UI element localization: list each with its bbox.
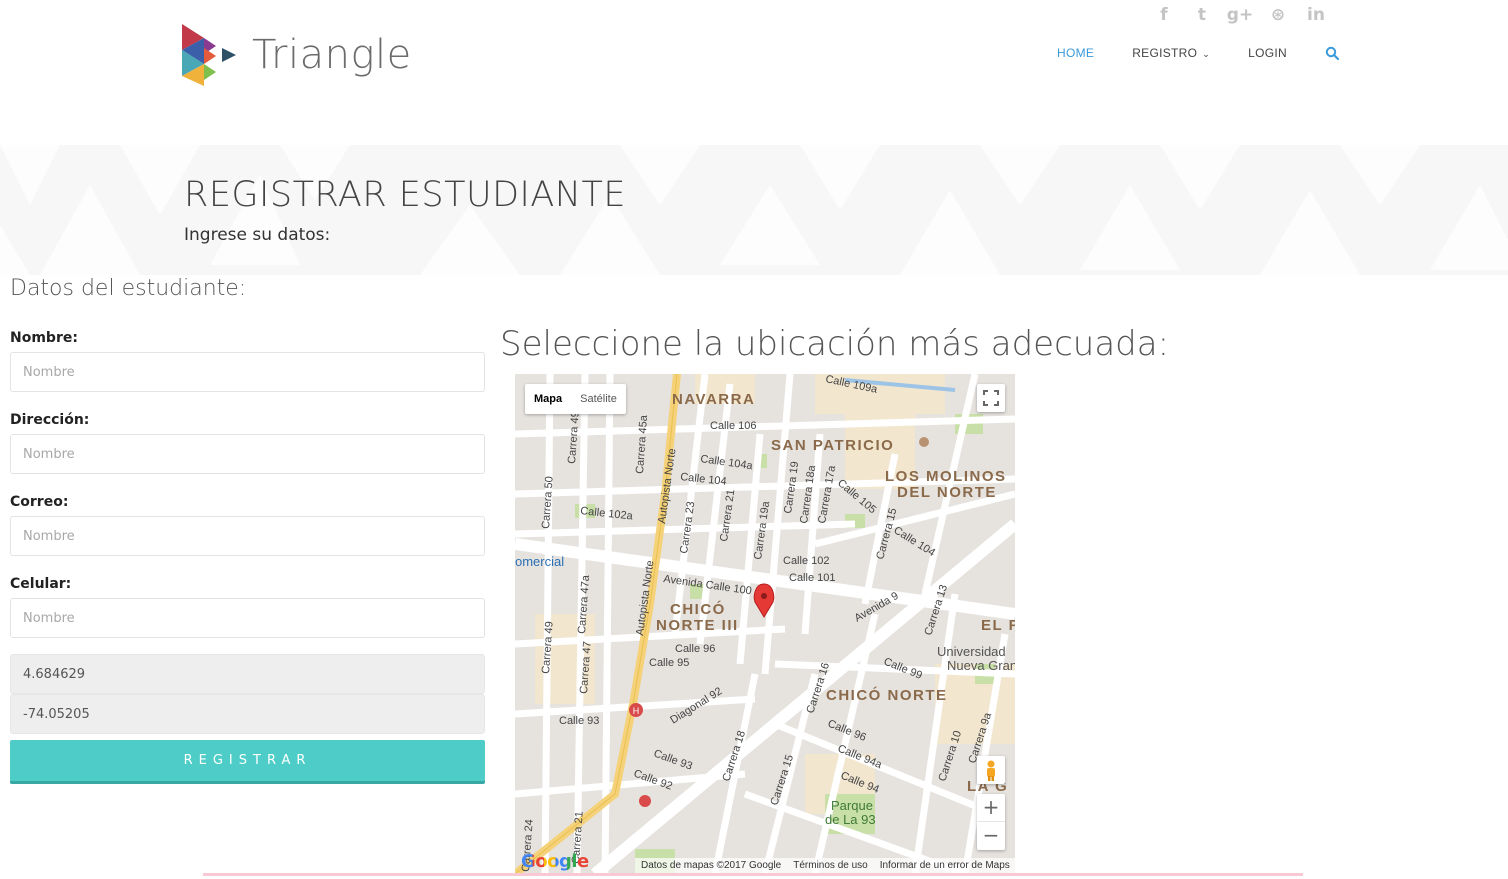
nav-registro-label: REGISTRO (1132, 46, 1198, 60)
page-subtitle: Ingrese su datos: (184, 225, 331, 245)
page-title: REGISTRAR ESTUDIANTE (184, 175, 626, 215)
map-label-chico-1: CHICÓ (670, 600, 726, 618)
map-label-san-patricio: SAN PATRICIO (771, 437, 894, 454)
footer-divider (203, 873, 1303, 876)
pegman-icon (987, 760, 995, 781)
nav-login[interactable]: LOGIN (1248, 46, 1287, 60)
register-button[interactable]: Registrar (10, 740, 485, 784)
correo-label: Correo: (10, 494, 69, 510)
fullscreen-button[interactable] (977, 384, 1005, 412)
map-label-el-f: EL F (981, 617, 1015, 634)
celular-label: Celular: (10, 576, 72, 592)
street-calle-106: Calle 106 (710, 420, 756, 432)
dribbble-icon[interactable]: ⊛ (1266, 4, 1290, 26)
zoom-out-button[interactable]: − (977, 822, 1005, 850)
longitude-field[interactable] (10, 694, 485, 734)
google-plus-icon[interactable]: g+ (1227, 4, 1253, 26)
correo-input[interactable] (10, 516, 485, 556)
zoom-control: + − (977, 794, 1005, 850)
main-nav: HOME REGISTRO ⌄ LOGIN (1057, 46, 1339, 60)
map-report-link[interactable]: Informar de un error de Maps (880, 858, 1010, 874)
student-form: Nombre: Dirección: Correo: Celular: Regi… (10, 326, 485, 784)
map-label-chico-2: NORTE III (656, 617, 739, 634)
map-label-parque-1: Parque (831, 798, 873, 813)
street-calle-102: Calle 102 (783, 555, 829, 567)
page-banner: REGISTRAR ESTUDIANTE Ingrese su datos: (0, 145, 1508, 275)
map-type-control: Mapa Satélite (525, 384, 626, 414)
form-section-title: Datos del estudiante: (10, 276, 247, 301)
location-map[interactable]: H NAVARRA SAN PATRICIO LOS MOLINOS DEL N… (515, 374, 1015, 874)
fullscreen-icon (983, 390, 999, 406)
street-calle-96: Calle 96 (675, 643, 715, 655)
map-label-universidad-1: Universidad (937, 644, 1006, 659)
map-footer: Datos de mapas ©2017 Google Términos de … (635, 858, 1015, 874)
facebook-icon[interactable]: f (1152, 4, 1176, 26)
map-label-chico-norte: CHICÓ NORTE (826, 686, 948, 704)
street-calle-101: Calle 101 (789, 572, 835, 584)
map-label-molinos-2: DEL NORTE (897, 484, 997, 501)
map-canvas[interactable]: H NAVARRA SAN PATRICIO LOS MOLINOS DEL N… (515, 374, 1015, 874)
nav-registro[interactable]: REGISTRO ⌄ (1132, 46, 1210, 60)
map-label-parque-2: de La 93 (825, 812, 876, 827)
celular-input[interactable] (10, 598, 485, 638)
street-view-button[interactable] (977, 756, 1005, 784)
svg-text:H: H (633, 706, 640, 716)
twitter-icon[interactable]: t (1190, 4, 1214, 26)
google-logo: Google (521, 851, 589, 872)
chevron-down-icon: ⌄ (1202, 49, 1211, 59)
site-header: Triangle f t g+ ⊛ in HOME REGISTRO ⌄ LOGI… (0, 0, 1508, 145)
street-calle-93: Calle 93 (559, 715, 599, 727)
brand-logo[interactable]: Triangle (182, 24, 412, 86)
google-logo-text: Google (521, 851, 589, 872)
map-label-molinos-1: LOS MOLINOS (885, 468, 1007, 485)
street-calle-95: Calle 95 (649, 657, 689, 669)
nombre-label: Nombre: (10, 330, 78, 346)
linkedin-icon[interactable]: in (1304, 4, 1328, 26)
map-data-credit: Datos de mapas ©2017 Google (641, 860, 782, 871)
nombre-input[interactable] (10, 352, 485, 392)
map-label-navarra: NAVARRA (672, 391, 755, 408)
map-label-universidad-2: Nueva Gran (947, 658, 1015, 673)
map-label-comercial: omercial (515, 554, 564, 569)
map-type-satellite[interactable]: Satélite (571, 384, 626, 414)
map-title: Seleccione la ubicación más adecuada: (500, 324, 1170, 364)
nav-home[interactable]: HOME (1057, 46, 1094, 60)
map-type-map[interactable]: Mapa (525, 384, 571, 414)
social-links: f t g+ ⊛ in (1152, 4, 1328, 26)
zoom-in-button[interactable]: + (977, 794, 1005, 822)
latitude-field[interactable] (10, 654, 485, 694)
triangle-logo-icon (182, 24, 236, 86)
direccion-input[interactable] (10, 434, 485, 474)
brand-name: Triangle (252, 32, 412, 78)
direccion-label: Dirección: (10, 412, 90, 428)
map-terms-link[interactable]: Términos de uso (793, 858, 867, 874)
search-icon[interactable] (1325, 46, 1339, 60)
